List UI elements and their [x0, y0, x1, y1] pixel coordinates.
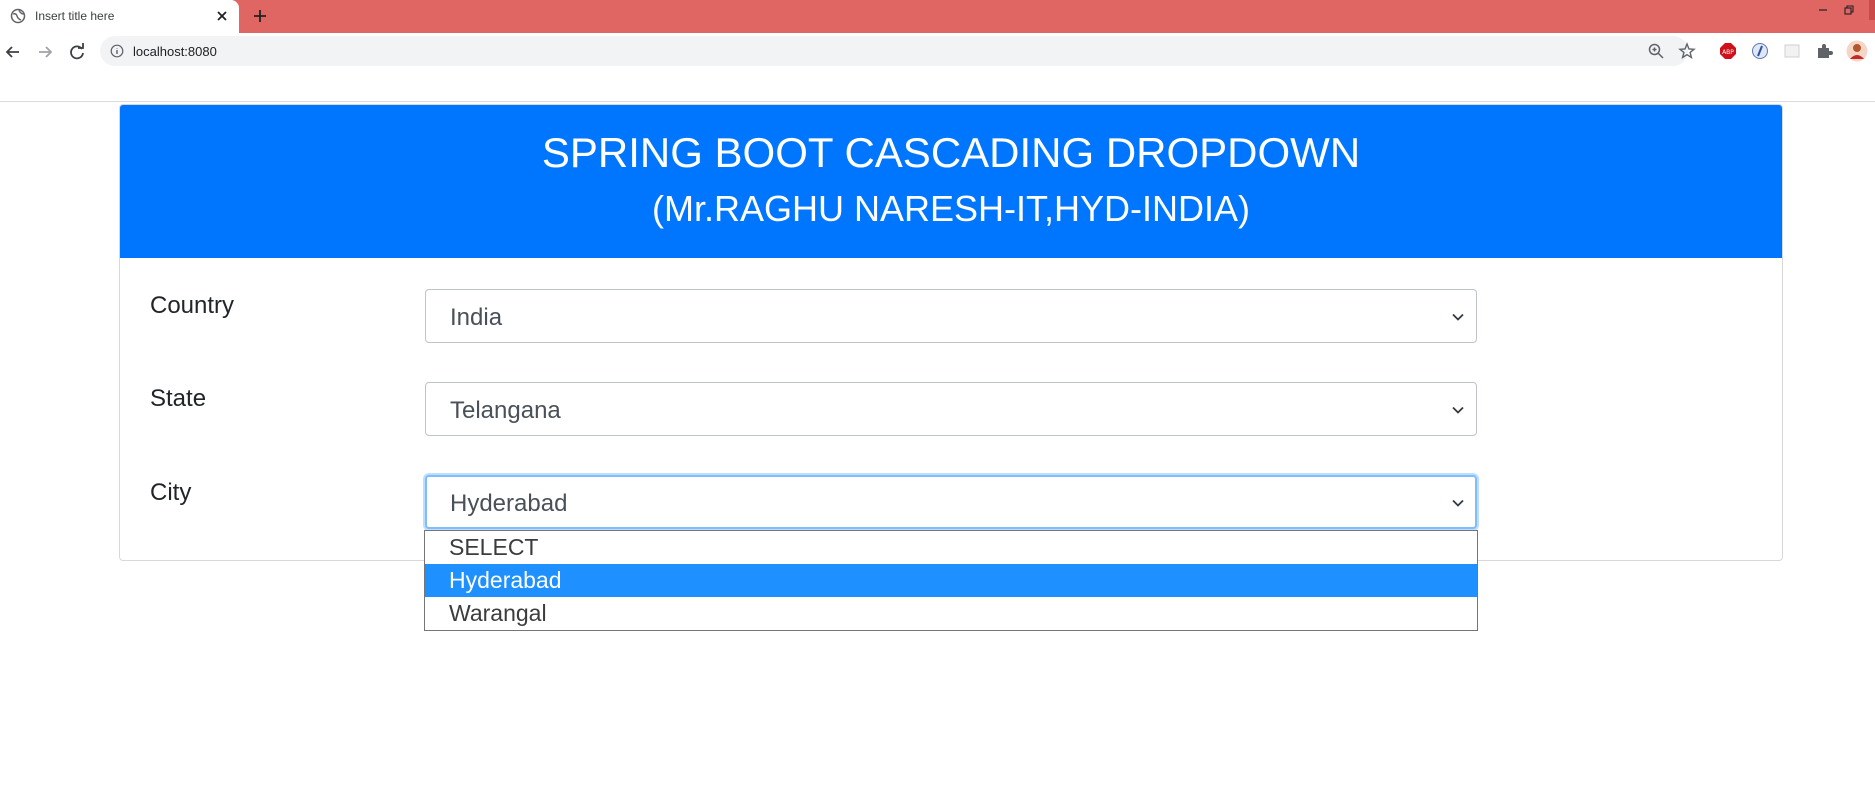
zoom-icon[interactable]	[1647, 42, 1665, 60]
city-select[interactable]: Hyderabad	[425, 475, 1477, 529]
card-header: SPRING BOOT CASCADING DROPDOWN (Mr.RAGHU…	[120, 105, 1782, 258]
page-subtitle: (Mr.RAGHU NARESH-IT,HYD-INDIA)	[651, 188, 1250, 229]
address-bar[interactable]: localhost:8080	[100, 36, 1696, 66]
avatar[interactable]	[1846, 40, 1868, 62]
new-tab-icon[interactable]	[250, 6, 270, 26]
extension-compass-icon[interactable]	[1751, 42, 1769, 60]
country-value: India	[450, 304, 503, 331]
browser-tab[interactable]: Insert title here	[0, 0, 239, 33]
city-label: City	[150, 479, 192, 506]
page-title: SPRING BOOT CASCADING DROPDOWN	[541, 129, 1361, 176]
info-icon[interactable]	[110, 44, 124, 58]
back-arrow-icon[interactable]	[2, 41, 24, 63]
city-dropdown-list: SELECT Hyderabad Warangal	[424, 530, 1478, 631]
svg-text:ABP: ABP	[1722, 49, 1734, 56]
tab-title: Insert title here	[35, 9, 115, 23]
country-label: Country	[150, 292, 235, 319]
adblock-icon[interactable]: ABP	[1719, 42, 1737, 60]
dropdown-option[interactable]: SELECT	[425, 531, 1477, 564]
dropdown-option[interactable]: Warangal	[425, 597, 1477, 630]
city-value: Hyderabad	[450, 490, 568, 517]
chevron-down-icon	[1452, 313, 1464, 321]
extension-page-icon[interactable]	[1783, 42, 1801, 60]
dropdown-option-selected[interactable]: Hyderabad	[425, 564, 1477, 597]
minimize-icon[interactable]	[1815, 2, 1831, 18]
url-text: localhost:8080	[133, 44, 217, 59]
forward-arrow-icon[interactable]	[34, 41, 56, 63]
state-value: Telangana	[450, 397, 561, 424]
globe-icon	[10, 8, 26, 24]
chevron-down-icon	[1452, 499, 1464, 507]
state-select[interactable]: Telangana	[425, 382, 1477, 436]
close-icon[interactable]	[212, 6, 232, 26]
form-card: SPRING BOOT CASCADING DROPDOWN (Mr.RAGHU…	[119, 104, 1783, 561]
browser-tabstrip: Insert title here	[0, 0, 1875, 33]
country-select[interactable]: India	[425, 289, 1477, 343]
chevron-down-icon	[1452, 406, 1464, 414]
browser-toolbar: localhost:8080 ABP	[0, 33, 1875, 102]
puzzle-icon[interactable]	[1815, 42, 1833, 60]
reload-icon[interactable]	[66, 41, 88, 63]
close-window-button[interactable]	[1869, 0, 1875, 20]
state-label: State	[150, 385, 207, 412]
bookmark-star-icon[interactable]	[1678, 42, 1696, 60]
restore-icon[interactable]	[1841, 2, 1857, 18]
